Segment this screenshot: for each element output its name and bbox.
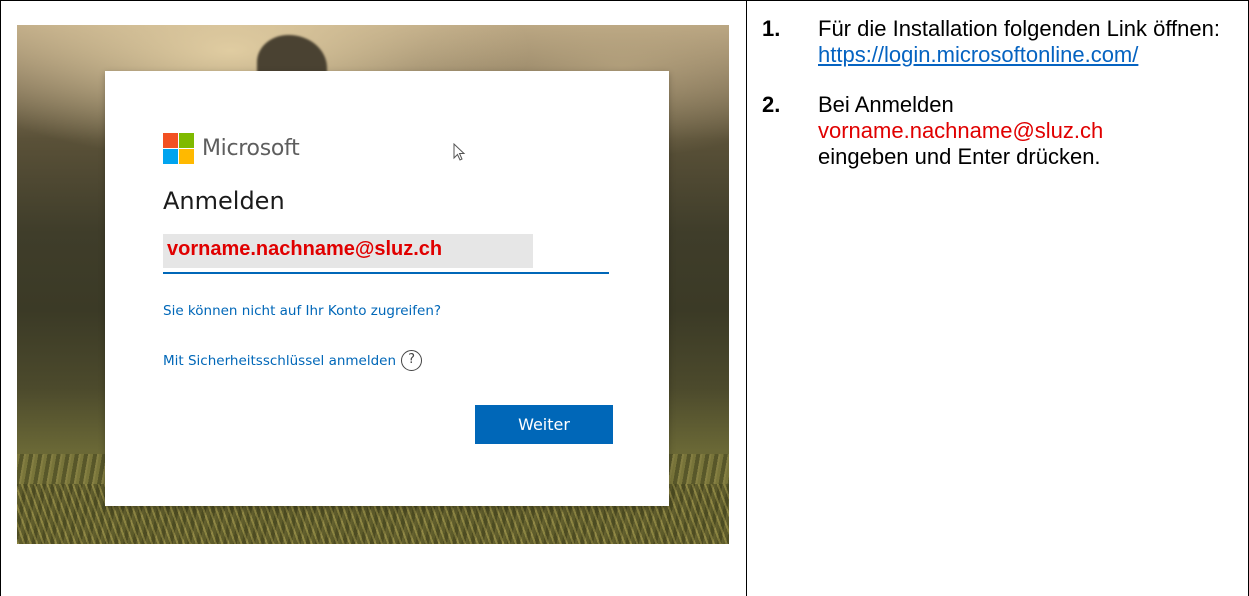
step-number: 2. <box>762 92 781 117</box>
instructions: 1. Für die Installation folgenden Link ö… <box>762 16 1242 194</box>
step-2: 2. Bei Anmelden vorname.nachname@sluz.ch… <box>762 92 1242 170</box>
step-text-before: Bei Anmelden <box>818 92 954 117</box>
login-screenshot: Microsoft Anmelden vorname.nachname@sluz… <box>17 25 729 544</box>
login-url-link[interactable]: https://login.microsoftonline.com/ <box>818 42 1138 67</box>
page-title: Anmelden <box>163 187 285 215</box>
microsoft-logo: Microsoft <box>163 133 300 164</box>
step-text-after: eingeben und Enter drücken. <box>818 144 1101 169</box>
next-button[interactable]: Weiter <box>475 405 613 444</box>
cant-access-account-link[interactable]: Sie können nicht auf Ihr Konto zugreifen… <box>163 303 441 319</box>
security-key-signin-link[interactable]: Mit Sicherheitsschlüssel anmelden ? <box>163 350 423 371</box>
brand-name: Microsoft <box>202 136 300 161</box>
help-circle-icon[interactable]: ? <box>401 350 423 371</box>
email-field[interactable]: vorname.nachname@sluz.ch <box>163 234 609 274</box>
step-email: vorname.nachname@sluz.ch <box>818 118 1104 143</box>
step-number: 1. <box>762 16 781 41</box>
security-key-link-label: Mit Sicherheitsschlüssel anmelden <box>163 352 397 369</box>
frame-left <box>0 0 1 596</box>
email-value: vorname.nachname@sluz.ch <box>167 238 443 260</box>
step-text: Für die Installation folgenden Link öffn… <box>818 16 1220 41</box>
step-1: 1. Für die Installation folgenden Link ö… <box>762 16 1242 68</box>
microsoft-logo-icon <box>163 133 194 164</box>
frame-divider <box>746 0 747 596</box>
mouse-cursor-icon <box>453 143 466 161</box>
frame-top <box>0 0 1249 1</box>
login-card: Microsoft Anmelden vorname.nachname@sluz… <box>105 71 669 506</box>
